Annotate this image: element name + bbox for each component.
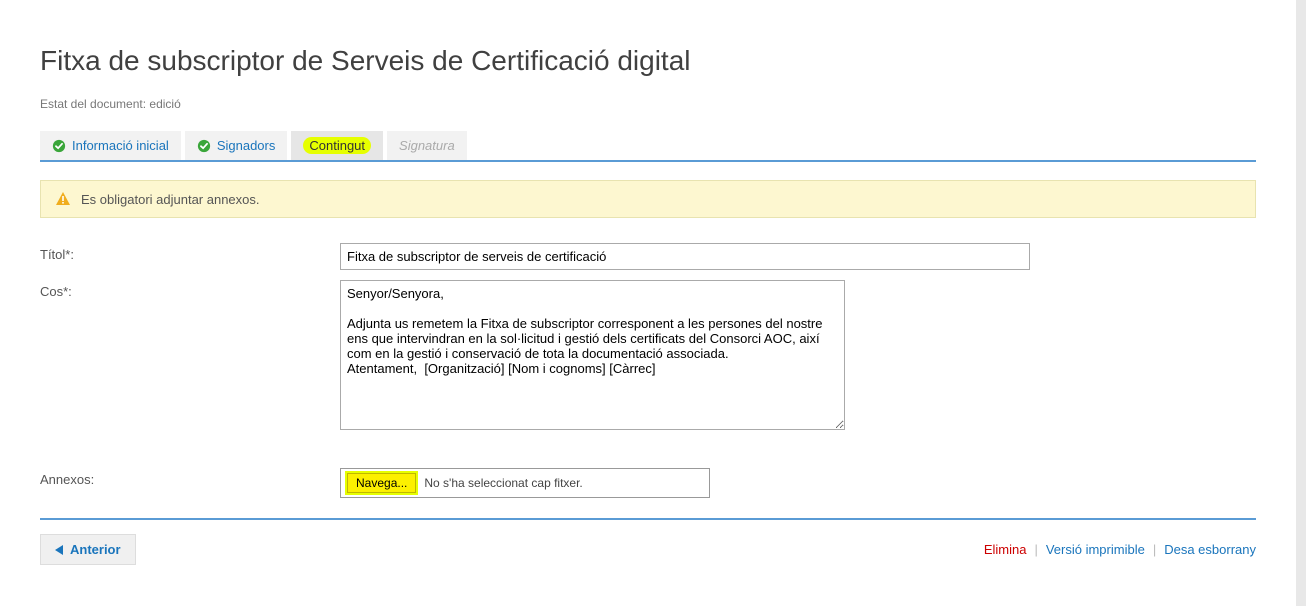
printable-link[interactable]: Versió imprimible [1046,542,1145,557]
divider [40,518,1256,520]
tabs-bar: Informació inicial Signadors Contingut S… [40,131,1256,162]
document-status: Estat del document: edició [40,97,1256,111]
prev-button[interactable]: Anterior [40,534,136,565]
tab-contingut[interactable]: Contingut [291,131,383,160]
cos-textarea[interactable] [340,280,845,430]
tab-label: Contingut [303,137,371,154]
browse-button[interactable]: Navega... [347,473,416,493]
label-titol: Títol*: [40,243,340,270]
delete-link[interactable]: Elimina [984,542,1027,557]
titol-input[interactable] [340,243,1030,270]
alert-text: Es obligatori adjuntar annexos. [81,192,260,207]
triangle-left-icon [55,545,64,555]
separator: | [1153,542,1156,557]
file-picker: Navega... No s'ha seleccionat cap fitxer… [340,468,710,498]
check-circle-icon [197,139,211,153]
warning-icon [55,191,71,207]
tab-label: Informació inicial [72,138,169,153]
save-draft-link[interactable]: Desa esborrany [1164,542,1256,557]
check-circle-icon [52,139,66,153]
label-cos: Cos*: [40,280,340,433]
tab-signatura: Signatura [387,131,467,160]
tab-signadors[interactable]: Signadors [185,131,288,160]
page-title: Fitxa de subscriptor de Serveis de Certi… [40,45,1256,77]
alert-missing-attachments: Es obligatori adjuntar annexos. [40,180,1256,218]
separator: | [1034,542,1037,557]
tab-informacio-inicial[interactable]: Informació inicial [40,131,181,160]
label-annexos: Annexos: [40,468,340,498]
prev-button-label: Anterior [70,542,121,557]
tab-label: Signadors [217,138,276,153]
tab-label: Signatura [399,138,455,153]
file-selected-status: No s'ha seleccionat cap fitxer. [424,476,582,490]
